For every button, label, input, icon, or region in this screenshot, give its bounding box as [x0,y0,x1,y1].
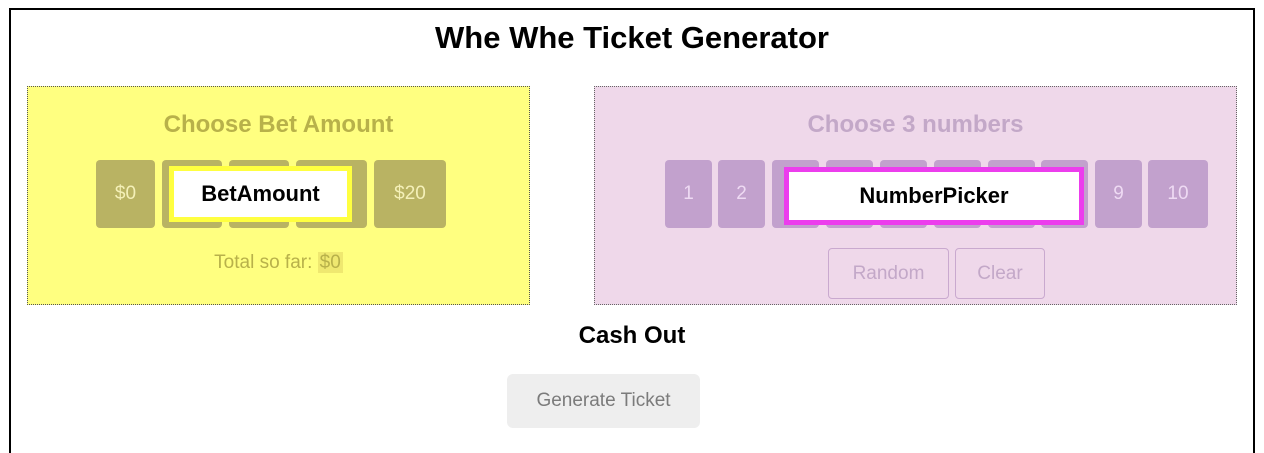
generate-ticket-button[interactable]: Generate Ticket [507,374,700,428]
bet-heading: Choose Bet Amount [163,111,394,138]
bet-total-label: Total so far: [214,252,313,273]
number-button-2[interactable]: 2 [718,160,765,228]
bet-button-20[interactable]: $20 [374,160,446,228]
bet-total: Total so far: $0 [28,252,529,274]
bet-amount-component-label: BetAmount [169,166,352,222]
page-title: Whe Whe Ticket Generator [435,20,829,55]
number-button-1[interactable]: 1 [665,160,712,228]
bet-button-0[interactable]: $0 [96,160,155,228]
number-button-10[interactable]: 10 [1148,160,1208,228]
random-button[interactable]: Random [828,248,949,299]
number-picker-component-label: NumberPicker [784,167,1084,225]
number-button-9[interactable]: 9 [1095,160,1142,228]
clear-button[interactable]: Clear [955,248,1045,299]
bet-amount-panel: Choose Bet Amount $0 $20 BetAmount Total… [27,86,530,305]
number-picker-panel: Choose 3 numbers 1 2 9 10 NumberPicker R… [594,86,1237,305]
cash-out-heading: Cash Out [578,322,686,349]
numbers-heading: Choose 3 numbers [807,111,1024,138]
bet-total-value: $0 [317,252,343,273]
